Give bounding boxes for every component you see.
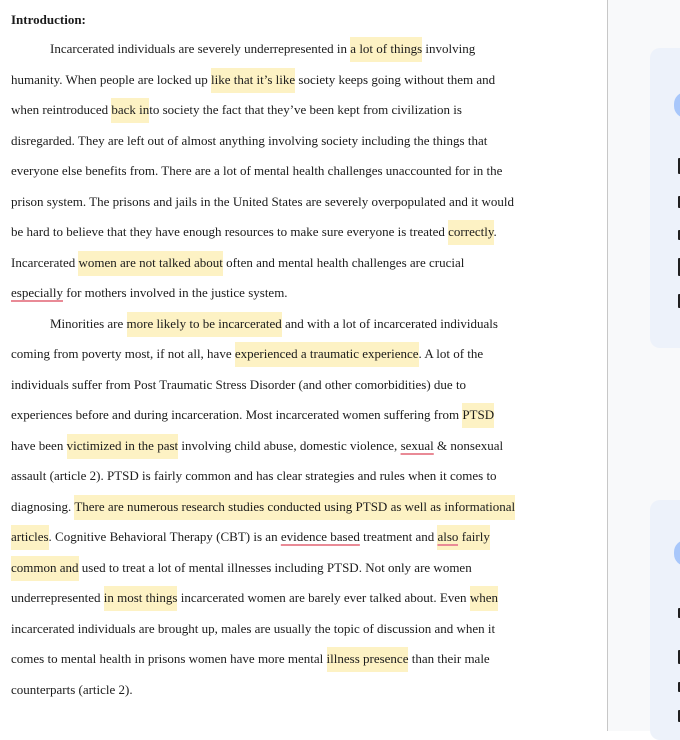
- text-line[interactable]: Incarcerated women are not talked about …: [11, 248, 531, 279]
- highlighted-phrase[interactable]: There are numerous research studies cond…: [74, 494, 516, 520]
- text-run: than their male: [408, 651, 490, 666]
- text-run: disregarded. They are left out of almost…: [11, 132, 488, 148]
- highlighted-phrase[interactable]: in most things: [103, 586, 178, 611]
- text-run: assault (article 2). PTSD is fairly comm…: [11, 468, 497, 483]
- text-run: underrepresented: [11, 590, 104, 605]
- text-run: involving child abuse, domestic violence…: [178, 437, 401, 453]
- text-line[interactable]: experiences before and during incarcerat…: [11, 400, 531, 431]
- text-line[interactable]: common and used to treat a lot of mental…: [11, 553, 531, 584]
- text-line[interactable]: especially for mothers involved in the j…: [11, 278, 531, 309]
- text-run: to society the fact that they’ve been ke…: [149, 102, 462, 117]
- text-line[interactable]: comes to mental health in prisons women …: [11, 644, 531, 675]
- paragraph-lines[interactable]: Incarcerated individuals are severely un…: [11, 34, 531, 705]
- text-run: have been: [11, 437, 67, 453]
- text-run: and with a lot of incarcerated individua…: [281, 315, 498, 331]
- highlighted-phrase[interactable]: PTSD: [462, 403, 495, 428]
- text-run: society keeps going without them and: [295, 71, 496, 87]
- highlighted-phrase[interactable]: fairly: [458, 525, 490, 550]
- text-run: for mothers involved in the justice syst…: [62, 285, 288, 300]
- comment-card-icon: [674, 92, 680, 118]
- flagged-word[interactable]: sexual: [401, 438, 434, 453]
- text-line[interactable]: assault (article 2). PTSD is fairly comm…: [11, 461, 531, 492]
- document-body[interactable]: Introduction: Incarcerated individuals a…: [11, 10, 531, 705]
- highlighted-phrase[interactable]: experienced a traumatic experience: [234, 342, 419, 367]
- text-run: experiences before and during incarcerat…: [11, 407, 463, 422]
- text-run: . A lot of the: [418, 346, 484, 361]
- text-run: Minorities are: [50, 315, 127, 331]
- text-run: coming from poverty most, if not all, ha…: [11, 346, 235, 361]
- text-line[interactable]: coming from poverty most, if not all, ha…: [11, 339, 531, 370]
- highlighted-phrase[interactable]: when: [469, 586, 498, 611]
- text-line[interactable]: when reintroduced back into society the …: [11, 95, 531, 126]
- text-run: Incarcerated individuals are severely un…: [50, 41, 351, 56]
- text-run: comes to mental health in prisons women …: [11, 651, 327, 666]
- highlighted-phrase[interactable]: women are not talked about: [78, 250, 223, 276]
- text-line[interactable]: have been victimized in the past involvi…: [11, 431, 531, 462]
- text-line[interactable]: Incarcerated individuals are severely un…: [11, 34, 531, 65]
- text-run: involving: [422, 41, 476, 56]
- text-line[interactable]: be hard to believe that they have enough…: [11, 217, 531, 248]
- highlighted-phrase[interactable]: illness presence: [326, 647, 409, 672]
- text-run: diagnosing.: [11, 498, 75, 514]
- text-run: be hard to believe that they have enough…: [11, 224, 449, 239]
- text-line[interactable]: disregarded. They are left out of almost…: [11, 126, 531, 157]
- highlighted-phrase[interactable]: also: [437, 525, 459, 550]
- text-run: prison system. The prisons and jails in …: [11, 193, 515, 209]
- flagged-word[interactable]: especially: [11, 285, 63, 300]
- text-line[interactable]: everyone else benefits from. There are a…: [11, 156, 531, 187]
- text-run: treatment and: [359, 529, 438, 544]
- text-run: used to treat a lot of mental illnesses …: [78, 559, 472, 575]
- highlighted-phrase[interactable]: correctly: [448, 220, 494, 245]
- text-line[interactable]: Minorities are more likely to be incarce…: [11, 309, 531, 340]
- text-run: incarcerated women are barely ever talke…: [177, 590, 470, 605]
- text-line[interactable]: humanity. When people are locked up like…: [11, 65, 531, 96]
- text-run: Incarcerated: [11, 254, 79, 270]
- text-line[interactable]: prison system. The prisons and jails in …: [11, 187, 531, 218]
- text-run: counterparts (article 2).: [11, 681, 133, 697]
- text-run: . Cognitive Behavioral Therapy (CBT) is …: [48, 529, 281, 544]
- highlighted-phrase[interactable]: articles: [11, 525, 49, 550]
- suggestion-card[interactable]: [650, 48, 680, 348]
- text-run: humanity. When people are locked up: [11, 71, 211, 87]
- text-run: individuals suffer from Post Traumatic S…: [11, 376, 467, 392]
- flagged-word[interactable]: evidence based: [281, 529, 360, 544]
- text-line[interactable]: articles. Cognitive Behavioral Therapy (…: [11, 522, 531, 553]
- highlighted-phrase[interactable]: more likely to be incarcerated: [126, 311, 282, 337]
- section-heading: Introduction:: [11, 12, 86, 27]
- text-run: often and mental health challenges are c…: [222, 254, 465, 270]
- text-run: incarcerated individuals are brought up,…: [11, 620, 496, 636]
- highlighted-phrase[interactable]: common and: [11, 555, 79, 581]
- text-line[interactable]: individuals suffer from Post Traumatic S…: [11, 370, 531, 401]
- document-page[interactable]: Introduction: Incarcerated individuals a…: [0, 0, 607, 731]
- text-line[interactable]: underrepresented in most things incarcer…: [11, 583, 531, 614]
- highlighted-phrase[interactable]: victimized in the past: [66, 433, 179, 459]
- highlighted-phrase[interactable]: back in: [111, 98, 150, 123]
- text-line[interactable]: counterparts (article 2).: [11, 675, 531, 706]
- highlighted-phrase[interactable]: a lot of things: [350, 37, 423, 62]
- highlighted-phrase[interactable]: like that it’s like: [211, 67, 296, 93]
- suggestion-card[interactable]: [650, 500, 680, 740]
- text-run: everyone else benefits from. There are a…: [11, 163, 503, 178]
- text-line[interactable]: incarcerated individuals are brought up,…: [11, 614, 531, 645]
- comment-card-icon: [674, 540, 680, 566]
- text-run: when reintroduced: [11, 102, 112, 117]
- text-line[interactable]: diagnosing. There are numerous research …: [11, 492, 531, 523]
- text-run: & nonsexual: [433, 437, 504, 453]
- text-run: .: [493, 224, 497, 239]
